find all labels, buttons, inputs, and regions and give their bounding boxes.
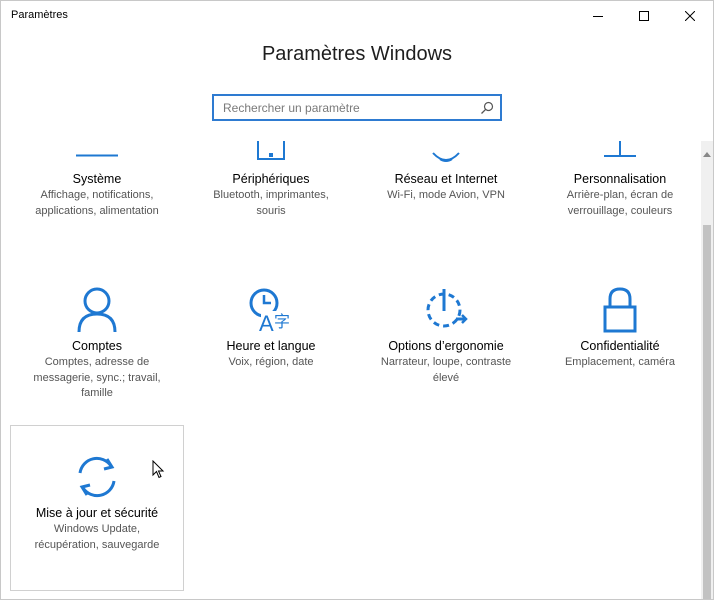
ease-of-access-icon: [360, 287, 532, 333]
tile-desc-line1: Affichage, notifications,: [40, 189, 154, 201]
person-icon: [11, 287, 183, 333]
tile-name: Système: [72, 172, 122, 186]
tile-mise-a-jour[interactable]: Mise à jour et sécurité Windows Update, …: [11, 425, 183, 591]
chevron-up-icon: [703, 152, 711, 157]
close-icon: [685, 11, 695, 21]
tile-comptes[interactable]: Comptes Comptes, adresse de messagerie, …: [11, 281, 183, 411]
tile-name: Réseau et Internet: [394, 172, 498, 186]
search-placeholder: Rechercher un paramètre: [223, 101, 360, 115]
tile-desc-line1: Narrateur, loupe, contraste: [380, 356, 512, 368]
svg-text:字: 字: [274, 312, 290, 331]
mouse-cursor-icon: [152, 460, 165, 479]
paint-icon: [534, 141, 701, 161]
tile-systeme[interactable]: Système Affichage, notifications, applic…: [11, 141, 183, 271]
minimize-icon: [593, 16, 603, 17]
tile-peripheriques[interactable]: Périphériques Bluetooth, imprimantes, so…: [185, 141, 357, 271]
svg-text:A: A: [259, 311, 274, 333]
tile-name: Confidentialité: [580, 339, 660, 353]
tile-desc-line1: Emplacement, caméra: [564, 356, 676, 368]
globe-icon: [360, 141, 532, 163]
scroll-thumb[interactable]: [703, 225, 711, 599]
tile-name: Options d’ergonomie: [388, 339, 504, 353]
tile-desc-line2: messagerie, sync.; travail,: [33, 372, 161, 384]
tile-name: Comptes: [71, 339, 123, 353]
devices-icon: [185, 141, 357, 161]
settings-grid: Système Affichage, notifications, applic…: [1, 141, 701, 599]
search-input[interactable]: Rechercher un paramètre: [212, 94, 502, 121]
tile-desc-line2: applications, alimentation: [35, 205, 159, 217]
tile-personnalisation[interactable]: Personnalisation Arrière-plan, écran de …: [534, 141, 701, 271]
tile-name: Périphériques: [232, 172, 310, 186]
tile-desc-line1: Bluetooth, imprimantes,: [213, 189, 329, 201]
tile-ergonomie[interactable]: Options d’ergonomie Narrateur, loupe, co…: [360, 281, 532, 411]
tile-name: Heure et langue: [226, 339, 316, 353]
display-icon: [11, 141, 183, 161]
maximize-icon: [639, 11, 649, 21]
window-title: Paramètres: [11, 9, 68, 21]
tile-name: Mise à jour et sécurité: [35, 506, 159, 520]
tile-confidentialite[interactable]: Confidentialité Emplacement, caméra: [534, 281, 701, 411]
tile-desc-line2: verrouillage, couleurs: [567, 205, 673, 217]
tile-desc-line3: famille: [81, 387, 113, 399]
tile-desc-line2: souris: [256, 205, 286, 217]
close-button[interactable]: [667, 1, 713, 31]
lock-icon: [534, 287, 701, 333]
title-bar[interactable]: Paramètres: [1, 1, 713, 31]
vertical-scrollbar[interactable]: [701, 141, 713, 599]
tile-desc-line1: Wi-Fi, mode Avion, VPN: [387, 189, 505, 201]
tile-reseau[interactable]: Réseau et Internet Wi-Fi, mode Avion, VP…: [360, 141, 532, 271]
scroll-up-button[interactable]: [701, 151, 713, 163]
page-title: Paramètres Windows: [261, 43, 453, 65]
tile-name: Personnalisation: [573, 172, 667, 186]
tile-desc-line1: Comptes, adresse de: [44, 356, 150, 368]
settings-window: Paramètres Paramètres Windows Rechercher…: [0, 0, 714, 600]
tile-desc-line1: Arrière-plan, écran de: [566, 189, 674, 201]
tile-heure-langue[interactable]: A 字 Heure et langue Voix, région, date: [185, 281, 357, 411]
tile-desc-line1: Voix, région, date: [228, 356, 314, 368]
minimize-button[interactable]: [575, 1, 621, 31]
tile-desc-line1: Windows Update,: [53, 523, 141, 535]
tile-desc-line2: élevé: [432, 372, 460, 384]
tile-desc-line2: récupération, sauvegarde: [34, 539, 160, 551]
search-icon[interactable]: [480, 101, 494, 115]
maximize-button[interactable]: [621, 1, 667, 31]
time-language-icon: A 字: [185, 287, 357, 333]
